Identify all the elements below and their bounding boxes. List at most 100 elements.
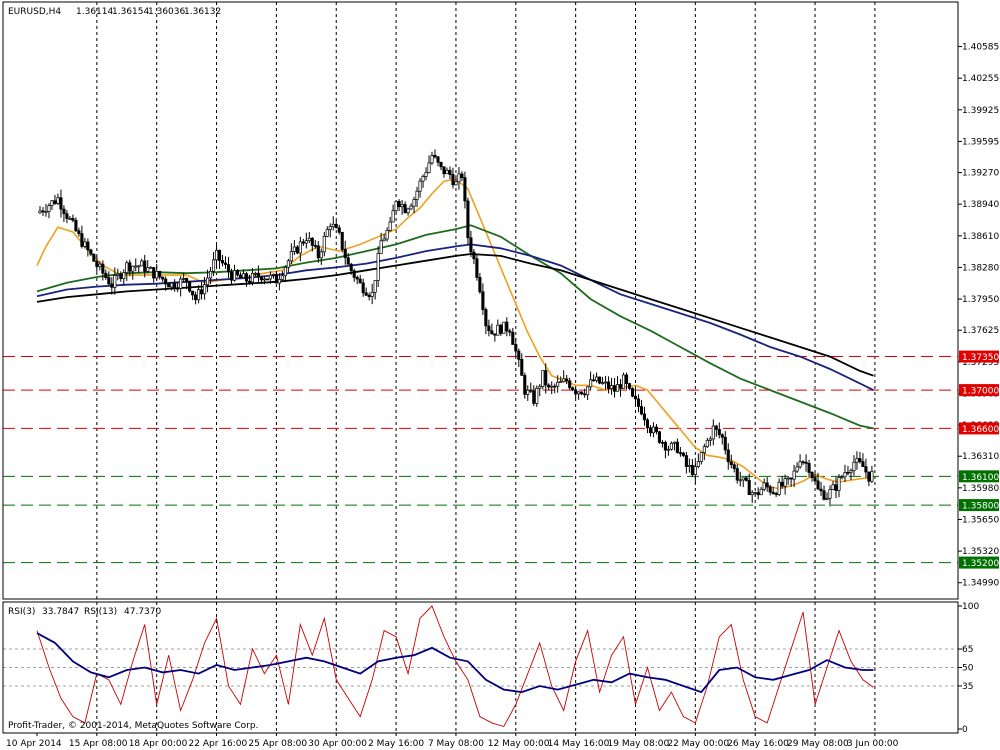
candle-body xyxy=(696,461,700,467)
candle-body xyxy=(451,174,455,186)
candle-body xyxy=(795,466,799,472)
candle-body xyxy=(122,272,126,280)
candle-body xyxy=(550,385,554,388)
candle-body xyxy=(642,413,647,421)
candle-body xyxy=(247,280,252,283)
candle-body xyxy=(867,471,871,482)
candle-body xyxy=(185,278,189,282)
candle-body xyxy=(397,201,401,208)
candle-body xyxy=(101,263,105,274)
candle-body xyxy=(259,276,263,281)
candle-body xyxy=(657,431,661,443)
candle-body xyxy=(729,461,733,466)
candle-body xyxy=(170,282,174,288)
time-tick-label: 15 Apr 08:00 xyxy=(69,739,128,749)
candle-body xyxy=(223,262,228,265)
candle-body xyxy=(762,482,766,490)
candle-body xyxy=(777,481,781,495)
chart-background xyxy=(0,0,1000,750)
time-tick-label: 26 May 16:00 xyxy=(727,739,789,749)
candle-body xyxy=(328,226,332,230)
candle-body xyxy=(424,172,428,177)
price-tick-label: 1.34990 xyxy=(962,579,999,589)
candle-body xyxy=(502,321,506,334)
candle-body xyxy=(783,478,787,487)
candle-body xyxy=(448,169,452,175)
candle-body xyxy=(538,386,542,389)
candle-body xyxy=(535,387,539,404)
price-tick-label: 1.35320 xyxy=(962,547,999,557)
level-tag-label: 1.36100 xyxy=(962,473,999,483)
candle-body xyxy=(388,221,392,231)
candle-body xyxy=(702,446,706,454)
candle-body xyxy=(648,427,653,434)
candle-body xyxy=(765,482,769,488)
candle-body xyxy=(481,291,485,310)
candle-body xyxy=(140,260,144,267)
candle-body xyxy=(95,260,99,267)
candle-body xyxy=(753,492,757,494)
candle-body xyxy=(855,458,859,463)
candle-body xyxy=(654,426,658,433)
price-tick-label: 1.40255 xyxy=(962,74,999,84)
candle-body xyxy=(804,461,808,464)
candle-body xyxy=(870,470,874,482)
candle-body xyxy=(589,379,593,388)
time-tick-label: 19 May 08:00 xyxy=(608,739,670,749)
candle-body xyxy=(179,278,183,289)
candle-body xyxy=(523,375,527,395)
candle-body xyxy=(639,406,644,415)
candle-body xyxy=(690,464,694,475)
candle-body xyxy=(583,393,587,396)
candle-body xyxy=(475,258,479,278)
candle-body xyxy=(511,331,515,345)
candle-body xyxy=(316,245,320,259)
candle-body xyxy=(203,284,207,295)
time-tick-label: 3 Jun 00:00 xyxy=(847,739,899,749)
candle-body xyxy=(68,218,72,220)
ohlc-low: 1.36036 xyxy=(148,7,185,17)
candle-body xyxy=(684,455,688,467)
rsi-tick-label: 50 xyxy=(962,664,974,674)
candle-body xyxy=(505,321,509,332)
candle-body xyxy=(442,166,446,175)
price-tick-label: 1.35980 xyxy=(962,484,999,494)
level-tag-label: 1.37000 xyxy=(962,387,999,397)
candle-body xyxy=(173,282,177,289)
candle-body xyxy=(376,253,380,281)
candle-body xyxy=(307,237,311,242)
candle-body xyxy=(469,237,473,253)
candle-body xyxy=(382,238,386,242)
candle-body xyxy=(415,190,419,200)
candle-body xyxy=(672,441,676,444)
rsi-tick-label: 0 xyxy=(962,725,968,735)
chart-symbol: EURUSD,H4 xyxy=(8,7,61,17)
candle-body xyxy=(717,429,721,436)
candle-body xyxy=(711,425,715,440)
candle-body xyxy=(544,370,548,386)
time-tick-label: 29 May 08:00 xyxy=(787,739,849,749)
candle-body xyxy=(604,381,608,384)
candle-body xyxy=(53,200,57,204)
candle-body xyxy=(217,249,222,261)
candle-body xyxy=(496,324,500,336)
candle-body xyxy=(128,262,132,272)
candle-body xyxy=(394,201,398,212)
candle-body xyxy=(271,273,275,276)
candle-body xyxy=(607,381,611,389)
candle-body xyxy=(807,463,811,473)
candle-body xyxy=(675,441,679,453)
candle-body xyxy=(610,385,614,389)
candle-body xyxy=(337,227,341,233)
candle-body xyxy=(726,449,730,463)
candle-body xyxy=(158,270,162,278)
candle-body xyxy=(828,489,832,499)
candle-body xyxy=(379,240,383,254)
candle-body xyxy=(819,488,823,492)
candle-body xyxy=(541,370,545,387)
ohlc-open: 1.36114 xyxy=(76,7,113,17)
candle-body xyxy=(92,253,96,262)
rsi13-label: RSI(13) xyxy=(84,607,117,617)
candle-body xyxy=(430,155,434,164)
candle-body xyxy=(858,458,862,462)
